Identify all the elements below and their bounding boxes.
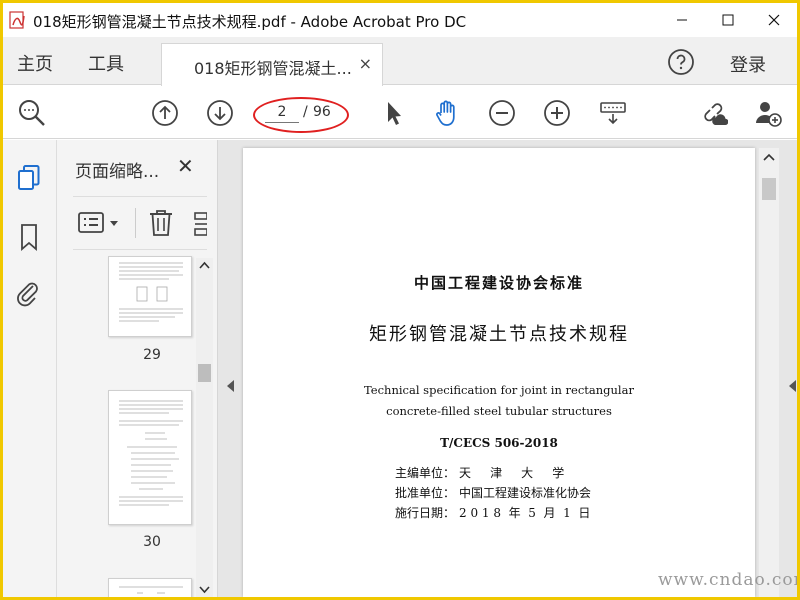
zoom-out-icon[interactable] [487, 98, 517, 128]
window-title: 018矩形钢管混凝土节点技术规程.pdf - Adobe Acrobat Pro… [33, 13, 467, 31]
keyboard-icon[interactable] [598, 98, 628, 128]
thumbnail-page-number: 29 [143, 347, 161, 363]
arrow-down-icon[interactable] [205, 98, 235, 128]
meta-label: 主编单位： [395, 466, 456, 480]
page-thumbnails-icon[interactable] [15, 164, 43, 194]
hand-icon[interactable] [432, 98, 462, 128]
title-bar: 018矩形钢管混凝土节点技术规程.pdf - Adobe Acrobat Pro… [3, 3, 797, 37]
meta-value: 天 津 大 学 [459, 466, 565, 480]
thumbnail-options-icon[interactable] [77, 209, 125, 237]
site-watermark: www.cndao.com [658, 570, 797, 590]
page-navigator: / 96 [255, 98, 345, 128]
meta-value: 2 0 1 8 年 5 月 1 日 [459, 506, 591, 520]
thumbnail-tools [73, 196, 207, 250]
share-link-icon[interactable] [698, 98, 728, 128]
menu-bar: 主页 工具 018矩形钢管混凝土... × 登录 [3, 37, 797, 86]
panel-close-icon[interactable]: ✕ [177, 154, 194, 178]
arrow-up-icon[interactable] [150, 98, 180, 128]
thumbnail-page-number: 30 [143, 534, 161, 550]
tab-document[interactable]: 018矩形钢管混凝土... × [161, 43, 383, 86]
document-title-en-line1: Technical specification for joint in rec… [364, 383, 634, 397]
page-thumbnail[interactable] [108, 256, 192, 337]
cursor-icon[interactable] [379, 98, 409, 128]
maximize-button[interactable] [705, 3, 751, 37]
login-button[interactable]: 登录 [730, 51, 766, 77]
page-number-input[interactable] [265, 101, 299, 123]
toolbar: / 96 [3, 86, 797, 139]
meta-label: 施行日期： [395, 506, 456, 520]
document-title-en-line2: concrete-filled steel tubular structures [386, 404, 612, 418]
meta-effective-date: 施行日期： 2 0 1 8 年 5 月 1 日 [395, 504, 590, 521]
page-thumbnail[interactable] [108, 578, 192, 597]
more-tools-icon[interactable] [193, 211, 207, 237]
standard-type: 中国工程建设协会标准 [413, 274, 584, 292]
zoom-in-icon[interactable] [542, 98, 572, 128]
tab-document-label: 018矩形钢管混凝土... [194, 59, 352, 78]
document-title-cn: 矩形钢管混凝土节点技术规程 [369, 324, 629, 345]
page-thumbnail[interactable] [108, 390, 192, 525]
acrobat-logo-icon [9, 10, 33, 30]
close-window-button[interactable] [751, 3, 797, 37]
bookmark-icon[interactable] [15, 222, 43, 252]
thumbnail-panel: 页面缩略... ✕ 29 30 [57, 140, 218, 597]
acrobat-window: 018矩形钢管混凝土节点技术规程.pdf - Adobe Acrobat Pro… [3, 3, 797, 597]
thumbnail-scrollbar[interactable] [196, 258, 213, 597]
panel-title: 页面缩略... [75, 162, 160, 182]
menu-tools[interactable]: 工具 [88, 50, 124, 76]
standard-code: T/CECS 506-2018 [440, 436, 558, 450]
menu-home[interactable]: 主页 [17, 50, 53, 76]
minimize-button[interactable] [659, 3, 705, 37]
pdf-page: 中国工程建设协会标准 矩形钢管混凝土节点技术规程 Technical speci… [243, 148, 755, 597]
page-total: 96 [313, 104, 331, 120]
add-user-icon[interactable] [753, 98, 783, 128]
page-separator: / [303, 104, 308, 120]
meta-editor: 主编单位： 天 津 大 学 [395, 464, 564, 481]
meta-approver: 批准单位： 中国工程建设标准化协会 [395, 484, 591, 501]
expand-right-panel-icon[interactable] [788, 380, 796, 392]
search-icon[interactable] [17, 98, 47, 128]
document-scrollbar[interactable] [759, 148, 779, 597]
navigation-rail [3, 140, 57, 597]
meta-label: 批准单位： [395, 486, 456, 500]
meta-value: 中国工程建设标准化协会 [459, 486, 592, 500]
trash-icon[interactable] [135, 208, 172, 238]
tab-close-icon[interactable]: × [359, 54, 372, 73]
help-icon[interactable] [667, 48, 695, 76]
document-view[interactable]: 中国工程建设协会标准 矩形钢管混凝土节点技术规程 Technical speci… [218, 140, 797, 597]
attachment-icon[interactable] [15, 278, 43, 308]
collapse-left-panel-icon[interactable] [227, 380, 235, 392]
